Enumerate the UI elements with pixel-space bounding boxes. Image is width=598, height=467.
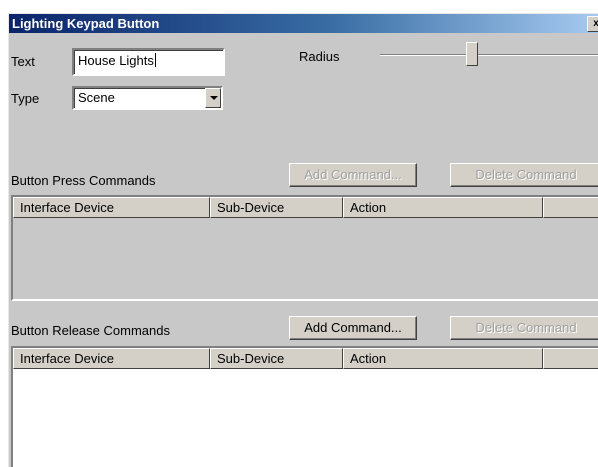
lighting-keypad-button-dialog: Lighting Keypad Button x Text House Ligh… [8, 13, 598, 467]
press-section-label: Button Press Commands [11, 173, 156, 188]
release-col-interface-device[interactable]: Interface Device [13, 348, 210, 369]
release-section-label: Button Release Commands [11, 323, 170, 338]
window-title: Lighting Keypad Button [12, 16, 160, 31]
radius-label: Radius [299, 49, 340, 64]
text-input-value: House Lights [78, 53, 154, 68]
chevron-down-icon[interactable] [205, 88, 221, 108]
press-col-sub-device[interactable]: Sub-Device [210, 197, 343, 218]
title-bar[interactable]: Lighting Keypad Button x [9, 14, 598, 33]
type-label: Type [11, 91, 40, 106]
release-add-command-button[interactable]: Add Command... [289, 316, 417, 340]
press-col-interface-device[interactable]: Interface Device [13, 197, 210, 218]
press-list-header: Interface Device Sub-Device Action [13, 197, 598, 218]
text-label: Text [11, 54, 35, 69]
release-col-sub-device[interactable]: Sub-Device [210, 348, 343, 369]
release-list-body[interactable] [13, 369, 598, 467]
press-col-action[interactable]: Action [343, 197, 543, 218]
release-col-action[interactable]: Action [343, 348, 543, 369]
press-delete-command-button[interactable]: Delete Command [450, 163, 598, 187]
type-select[interactable]: Scene [72, 86, 223, 110]
release-list-header: Interface Device Sub-Device Action [13, 348, 598, 369]
type-select-value: Scene [78, 90, 115, 105]
release-commands-list[interactable]: Interface Device Sub-Device Action [11, 346, 598, 467]
text-input[interactable]: House Lights [72, 48, 225, 76]
release-col-extra[interactable] [543, 348, 598, 369]
radius-slider-thumb[interactable] [466, 42, 479, 66]
press-col-extra[interactable] [543, 197, 598, 218]
press-add-command-button[interactable]: Add Command... [289, 163, 417, 187]
close-button[interactable]: x [587, 16, 598, 32]
release-delete-command-button[interactable]: Delete Command [450, 316, 598, 340]
close-icon: x [593, 18, 598, 29]
press-list-body[interactable] [13, 218, 598, 299]
radius-slider-track[interactable] [380, 54, 598, 56]
press-commands-list[interactable]: Interface Device Sub-Device Action [11, 195, 598, 301]
text-cursor [154, 53, 156, 67]
